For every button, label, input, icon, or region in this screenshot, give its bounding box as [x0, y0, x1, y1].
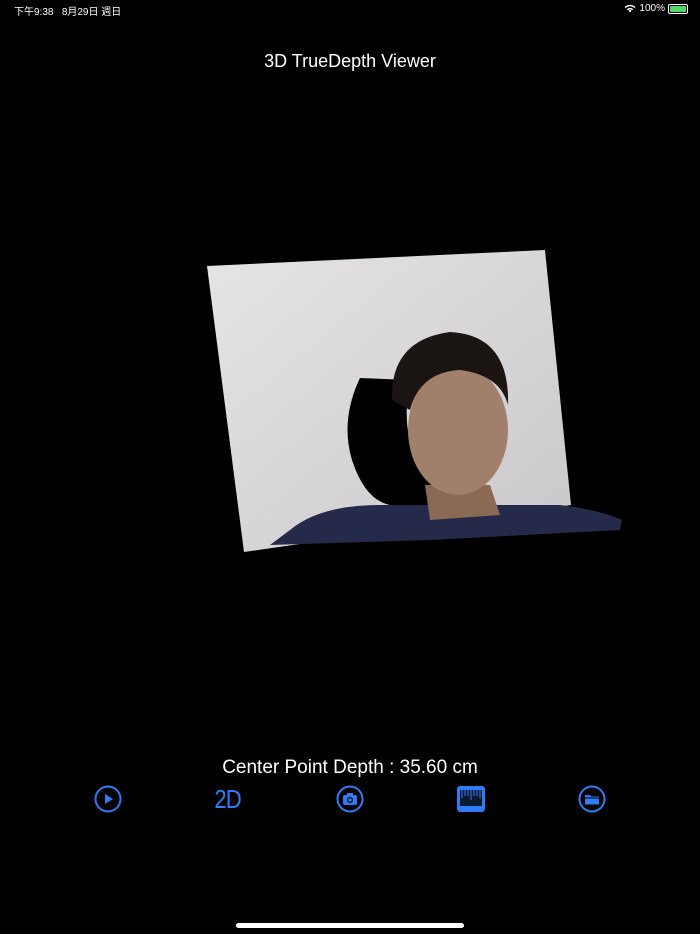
ruler-icon: [457, 786, 485, 812]
mode-2d-button[interactable]: 2D: [212, 783, 244, 815]
play-circle-icon: [94, 785, 122, 813]
camera-icon: [336, 785, 364, 813]
center-depth-label: Center Point Depth : 35.60 cm: [222, 757, 478, 778]
folder-icon: [578, 785, 606, 813]
toolbar: 2D: [0, 783, 700, 815]
play-button[interactable]: [92, 783, 124, 815]
camera-button[interactable]: [334, 783, 366, 815]
folder-button[interactable]: [576, 783, 608, 815]
home-indicator[interactable]: [236, 923, 464, 928]
measure-button[interactable]: [455, 783, 487, 815]
mode-label: 2D: [214, 783, 242, 814]
point-cloud-view[interactable]: [0, 0, 700, 700]
